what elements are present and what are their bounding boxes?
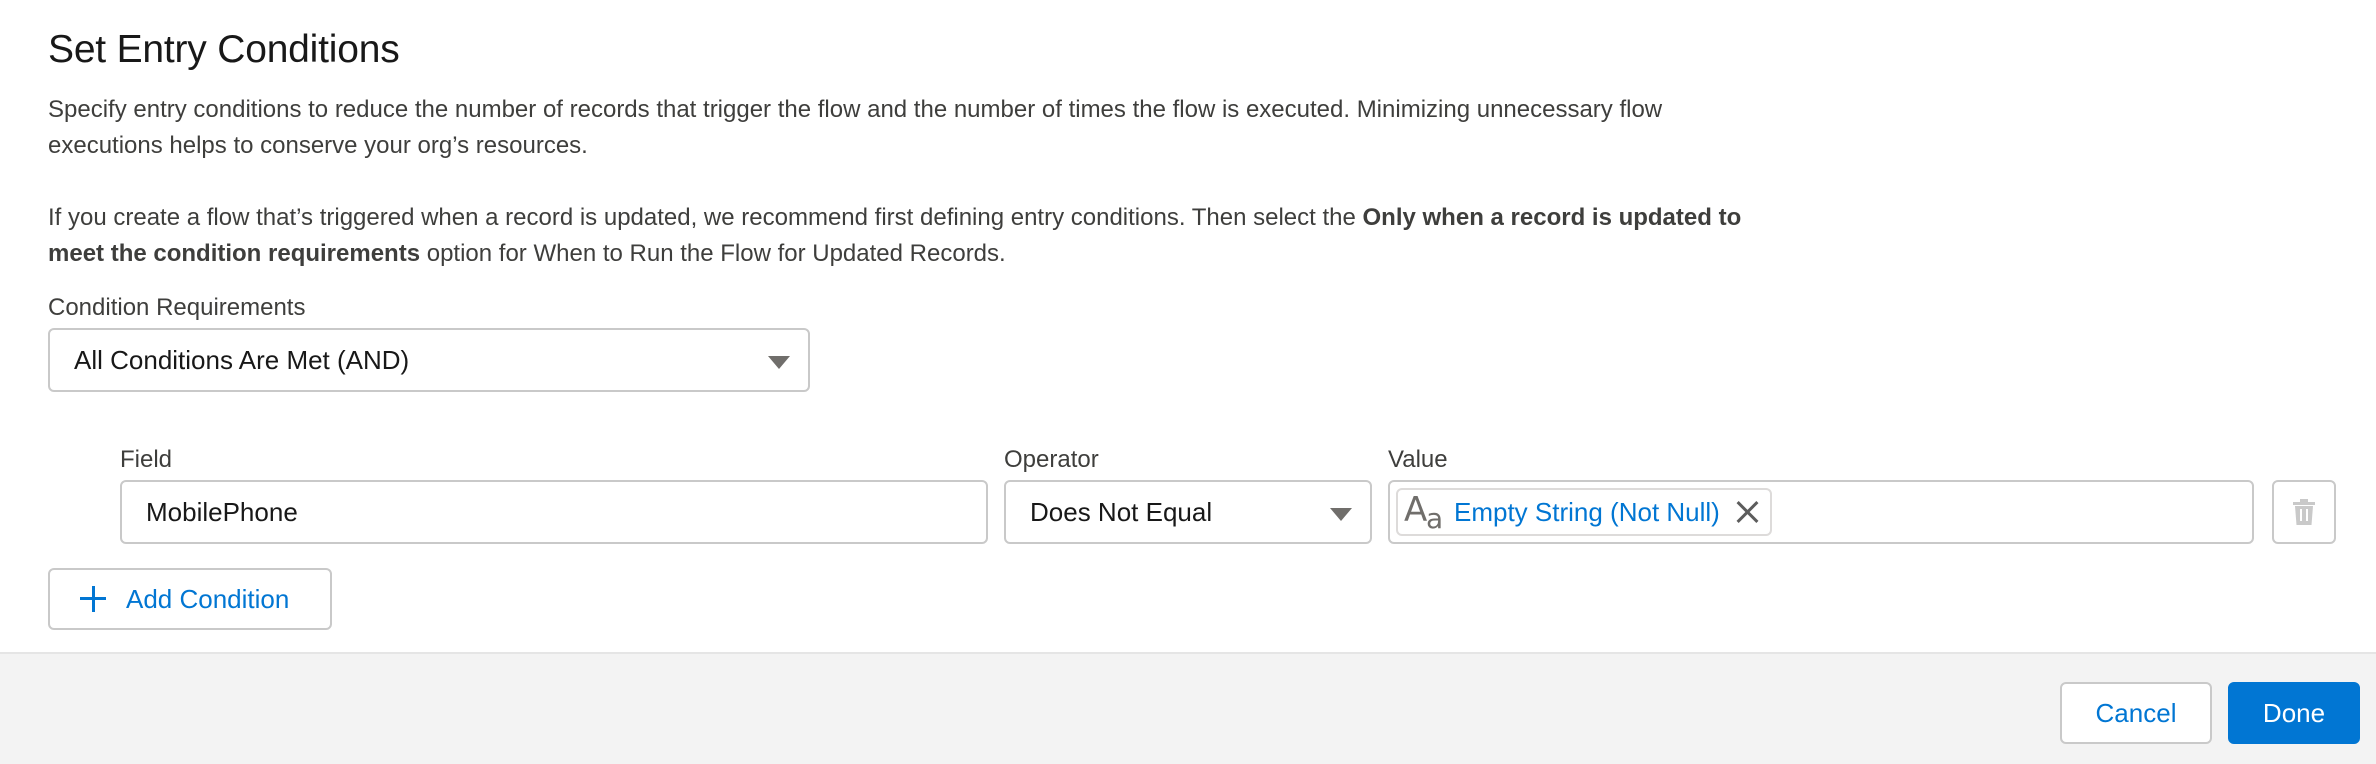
condition-requirements-select[interactable]: All Conditions Are Met (AND) — [48, 328, 810, 392]
entry-conditions-panel: Set Entry Conditions Specify entry condi… — [0, 0, 2376, 652]
trash-icon — [2293, 499, 2315, 525]
field-input[interactable]: MobilePhone — [120, 480, 988, 544]
value-input[interactable]: Aa Empty String (Not Null) — [1388, 480, 2254, 544]
page-title: Set Entry Conditions — [48, 28, 400, 71]
dialog-footer: Cancel Done — [0, 652, 2376, 764]
value-label: Value — [1388, 446, 1448, 473]
text-type-icon: Aa — [1404, 490, 1444, 535]
operator-select-value: Does Not Equal — [1030, 496, 1213, 527]
cancel-button[interactable]: Cancel — [2060, 682, 2212, 744]
caret-down-icon — [1330, 508, 1352, 521]
value-pill[interactable]: Aa Empty String (Not Null) — [1396, 488, 1772, 536]
remove-value-icon[interactable] — [1734, 499, 1760, 525]
done-button[interactable]: Done — [2228, 682, 2360, 744]
description-paragraph: Specify entry conditions to reduce the n… — [48, 96, 1663, 159]
field-label: Field — [120, 446, 173, 473]
recommendation-paragraph: If you create a flow that’s triggered wh… — [48, 200, 1768, 272]
condition-requirements-label: Condition Requirements — [48, 294, 306, 321]
caret-down-icon — [768, 356, 790, 369]
condition-requirements-value: All Conditions Are Met (AND) — [74, 344, 410, 375]
add-condition-button[interactable]: Add Condition — [48, 568, 332, 630]
recommendation-text-end: option for When to Run the Flow for Upda… — [420, 240, 1006, 267]
operator-select[interactable]: Does Not Equal — [1004, 480, 1372, 544]
value-pill-label: Empty String (Not Null) — [1454, 496, 1720, 527]
plus-icon — [80, 586, 106, 612]
add-condition-label: Add Condition — [126, 583, 290, 614]
operator-label: Operator — [1004, 446, 1099, 473]
recommendation-text-start: If you create a flow that’s triggered wh… — [48, 204, 1363, 231]
delete-condition-button[interactable] — [2272, 480, 2336, 544]
field-input-value: MobilePhone — [146, 496, 298, 527]
